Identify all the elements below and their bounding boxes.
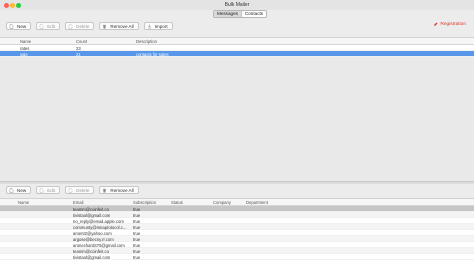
column-header-count[interactable]: Count — [76, 39, 87, 44]
edit-icon — [40, 187, 44, 193]
new-group-button[interactable]: New — [6, 22, 32, 30]
new-contact-button[interactable]: New — [6, 186, 32, 194]
new-contact-label: New — [17, 187, 27, 193]
contacts-toolbar: New Edit Delete Remove All — [0, 185, 474, 195]
edit-icon — [40, 23, 44, 29]
contact-email: teamm@coinfeit.co — [73, 206, 109, 212]
contact-subscription: true — [133, 254, 141, 260]
remove-all-groups-label: Remove All — [110, 23, 134, 29]
contact-email: argose@becny.rr.com — [73, 236, 114, 242]
delete-contact-label: Delete — [76, 187, 90, 193]
column-header-company[interactable]: Company — [213, 200, 231, 205]
contact-email: communty@mnaprotocol.c... — [73, 224, 127, 230]
column-header-email[interactable]: Email — [73, 200, 83, 205]
contact-subscription: true — [133, 248, 141, 254]
remove-all-contacts-label: Remove All — [110, 187, 134, 193]
split-view-divider[interactable] — [0, 181, 474, 184]
group-name: sale — [20, 51, 28, 57]
group-count: 23 — [76, 45, 81, 51]
contact-subscription: true — [133, 218, 141, 224]
groups-toolbar: New Edit Delete Remove All Import — [0, 21, 474, 31]
delete-contact-button[interactable]: Delete — [65, 186, 95, 194]
edit-group-label: Edit — [47, 23, 56, 29]
tab-messages[interactable]: Messages — [214, 11, 241, 17]
group-count: 21 — [76, 51, 81, 57]
edit-contact-button[interactable]: Edit — [36, 186, 61, 194]
contact-email: aronechantS75@gmail.com — [73, 242, 125, 248]
contact-subscription: true — [133, 230, 141, 236]
table-row[interactable]: tivistaol@gmail.com true — [0, 254, 474, 260]
pencil-icon — [434, 22, 438, 26]
column-header-department[interactable]: Department — [246, 200, 268, 205]
registration-link[interactable]: Registration — [433, 22, 466, 27]
contact-subscription: true — [133, 236, 141, 242]
column-header-name[interactable]: Name — [20, 39, 31, 44]
tab-contacts[interactable]: Contacts — [240, 11, 266, 17]
edit-group-button[interactable]: Edit — [36, 22, 61, 30]
group-name: rates — [20, 45, 30, 51]
new-document-icon — [9, 187, 14, 193]
contact-subscription: true — [133, 212, 141, 218]
window-title: Bulk Mailer — [224, 2, 250, 8]
contact-subscription: true — [133, 206, 141, 212]
contact-subscription: true — [133, 242, 141, 248]
contact-email: tivistaol@gmail.com — [73, 254, 111, 260]
column-header-name[interactable]: Name — [18, 200, 29, 205]
trash-icon — [103, 24, 107, 28]
import-button[interactable]: Import — [143, 22, 173, 30]
contact-email: no_reply@email.apple.com — [73, 218, 124, 224]
groups-table: Name Count Description rates 23 sale 21 … — [0, 37, 474, 180]
delete-icon — [68, 187, 73, 193]
contact-email: ament2@yahoo.com — [73, 230, 112, 236]
remove-all-groups-button[interactable]: Remove All — [99, 22, 139, 30]
contacts-table-header: Name Email Subscription Status Company D… — [0, 199, 474, 206]
group-description: contacts for sales — [136, 51, 169, 57]
column-header-subscription[interactable]: Subscription — [133, 200, 156, 205]
column-header-status[interactable]: Status — [171, 200, 183, 205]
remove-all-contacts-button[interactable]: Remove All — [99, 186, 139, 194]
new-group-label: New — [17, 23, 27, 29]
group-row-selected[interactable]: sale 21 contacts for sales — [0, 51, 474, 57]
delete-group-button[interactable]: Delete — [65, 22, 95, 30]
contact-subscription: true — [133, 224, 141, 230]
groups-table-header: Name Count Description — [0, 38, 474, 45]
contacts-table: Name Email Subscription Status Company D… — [0, 198, 474, 274]
trash-icon — [103, 188, 107, 192]
title-bar: Bulk Mailer — [0, 0, 474, 10]
contact-email: tivistaol@gmail.com — [73, 212, 111, 218]
delete-icon — [68, 23, 73, 29]
delete-group-label: Delete — [76, 23, 90, 29]
column-header-description[interactable]: Description — [136, 39, 157, 44]
view-switcher: Messages Contacts — [213, 10, 268, 18]
contact-email: teamm@coinfeit.co — [73, 248, 109, 254]
new-document-icon — [9, 23, 14, 29]
edit-contact-label: Edit — [47, 187, 56, 193]
registration-label: Registration — [440, 22, 466, 27]
import-icon — [147, 24, 151, 28]
import-label: Import — [154, 23, 168, 29]
